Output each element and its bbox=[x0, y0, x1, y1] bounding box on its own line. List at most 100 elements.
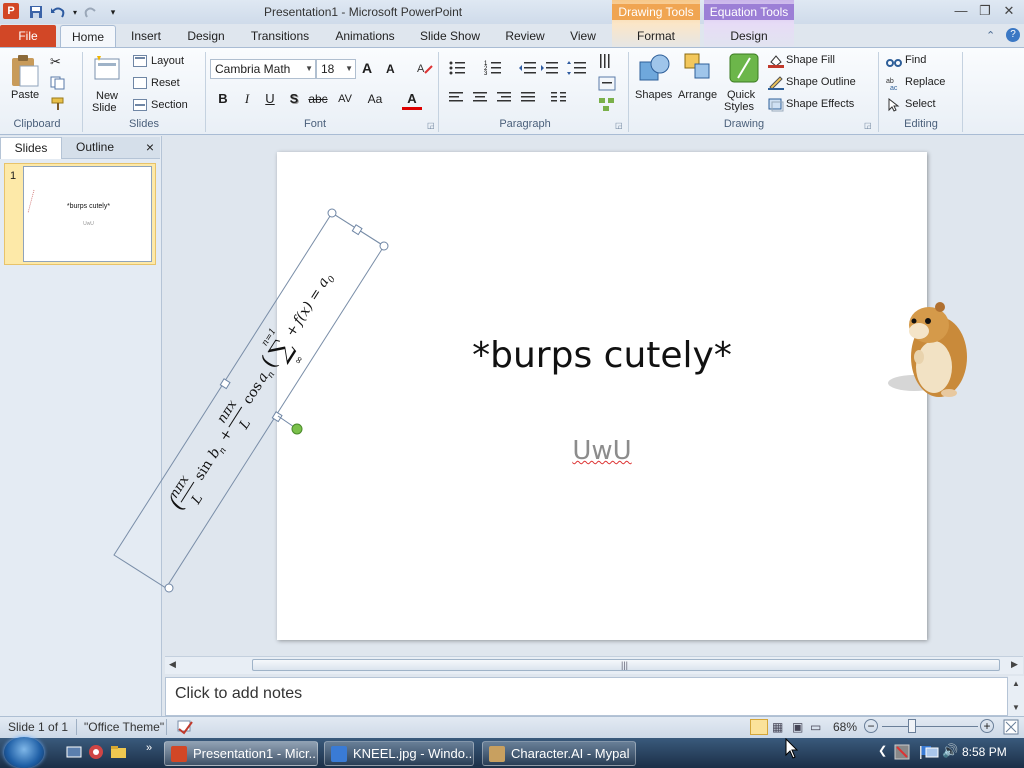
spell-check-icon[interactable] bbox=[176, 719, 194, 738]
minimize-ribbon-icon[interactable]: ⌃ bbox=[986, 29, 995, 42]
cut-icon[interactable]: ✂ bbox=[50, 54, 61, 70]
tab-insert[interactable]: Insert bbox=[122, 25, 170, 48]
tab-equation-design[interactable]: Design bbox=[708, 25, 790, 48]
bold-button[interactable]: B bbox=[213, 90, 233, 108]
find-icon[interactable] bbox=[886, 54, 902, 71]
zoom-in-button[interactable]: + bbox=[980, 719, 994, 733]
hamster-image[interactable] bbox=[884, 295, 974, 405]
copy-icon[interactable] bbox=[50, 76, 66, 93]
dialog-launcher-icon[interactable]: ◲ bbox=[615, 121, 623, 130]
select-icon[interactable] bbox=[886, 97, 902, 115]
zoom-slider-thumb[interactable] bbox=[908, 719, 916, 733]
equation-box[interactable]: ( nπx L sin b n + nπx L cos a n ( ∑ n=1 … bbox=[113, 200, 403, 600]
paste-icon[interactable] bbox=[10, 54, 40, 91]
help-icon[interactable]: ? bbox=[1006, 28, 1020, 42]
smartart-icon[interactable] bbox=[598, 96, 620, 117]
show-hidden-icons[interactable]: ❮ bbox=[878, 744, 887, 757]
change-case-button[interactable]: Aa bbox=[364, 90, 386, 108]
shape-effects-button[interactable]: Shape Effects bbox=[786, 98, 854, 110]
tab-review[interactable]: Review bbox=[498, 25, 552, 48]
grow-font-button[interactable]: A bbox=[362, 60, 372, 76]
shape-outline-icon[interactable] bbox=[768, 76, 784, 93]
new-slide-label-2[interactable]: Slide bbox=[92, 102, 116, 114]
zoom-level[interactable]: 68% bbox=[833, 720, 857, 734]
shape-fill-button[interactable]: Shape Fill bbox=[786, 54, 835, 66]
tab-slides[interactable]: Slides bbox=[0, 137, 62, 159]
tray-app-icon[interactable] bbox=[894, 744, 910, 763]
save-icon[interactable] bbox=[27, 3, 45, 21]
taskbar-item-mypal[interactable]: Character.AI - Mypal bbox=[482, 741, 636, 766]
section-icon[interactable] bbox=[133, 99, 147, 114]
quick-styles-label-2[interactable]: Styles bbox=[724, 101, 754, 113]
start-button[interactable] bbox=[4, 737, 44, 768]
tab-file[interactable]: File bbox=[0, 25, 56, 47]
slide-sorter-icon[interactable]: ▦ bbox=[772, 720, 783, 734]
replace-icon[interactable]: ab ac bbox=[886, 76, 902, 93]
shapes-icon[interactable] bbox=[638, 52, 670, 89]
tab-home[interactable]: Home bbox=[60, 25, 116, 48]
dialog-launcher-icon[interactable]: ◲ bbox=[427, 121, 435, 130]
bullets-icon[interactable] bbox=[448, 58, 484, 81]
justify-icon[interactable] bbox=[520, 90, 536, 107]
normal-view-icon[interactable] bbox=[750, 719, 768, 735]
dialog-launcher-icon[interactable]: ◲ bbox=[864, 121, 872, 130]
shapes-button[interactable]: Shapes bbox=[635, 89, 672, 101]
new-slide-icon[interactable] bbox=[92, 54, 122, 87]
close-panel-icon[interactable]: × bbox=[142, 138, 158, 156]
network-icon[interactable] bbox=[922, 744, 940, 763]
tab-view[interactable]: View bbox=[562, 25, 604, 48]
fit-to-window-icon[interactable] bbox=[1003, 719, 1019, 738]
clear-formatting-icon[interactable]: A bbox=[416, 60, 434, 79]
font-size-combo[interactable]: 18 ▼ bbox=[316, 59, 356, 79]
find-button[interactable]: Find bbox=[905, 54, 926, 66]
explorer-quicklaunch-icon[interactable] bbox=[110, 744, 128, 763]
slideshow-view-icon[interactable]: ▭ bbox=[810, 720, 821, 734]
tab-animations[interactable]: Animations bbox=[328, 25, 402, 48]
quick-styles-label[interactable]: Quick bbox=[727, 89, 755, 101]
tab-outline[interactable]: Outline bbox=[64, 137, 126, 159]
close-icon[interactable]: ✕ bbox=[998, 2, 1020, 20]
more-quicklaunch-icon[interactable]: » bbox=[146, 742, 152, 754]
increase-indent-icon[interactable] bbox=[540, 60, 560, 79]
shape-fill-icon[interactable] bbox=[768, 54, 784, 71]
powerpoint-app-icon[interactable]: P bbox=[3, 3, 19, 19]
resize-handle[interactable] bbox=[327, 208, 337, 218]
italic-button[interactable]: I bbox=[237, 90, 257, 108]
align-right-icon[interactable] bbox=[496, 90, 512, 107]
zoom-out-button[interactable]: − bbox=[864, 719, 878, 733]
taskbar-item-photo-viewer[interactable]: KNEEL.jpg - Windo... bbox=[324, 741, 474, 766]
resize-handle[interactable] bbox=[164, 583, 174, 593]
restore-icon[interactable]: ❐ bbox=[974, 2, 996, 20]
reading-view-icon[interactable]: ▣ bbox=[792, 720, 803, 734]
taskbar-clock[interactable]: 8:58 PM bbox=[962, 745, 1007, 759]
format-painter-icon[interactable] bbox=[50, 97, 66, 114]
tab-slide-show[interactable]: Slide Show bbox=[414, 25, 486, 48]
shrink-font-button[interactable]: A bbox=[386, 62, 395, 76]
redo-icon[interactable] bbox=[82, 3, 100, 21]
layout-button[interactable]: Layout bbox=[151, 55, 184, 67]
layout-icon[interactable] bbox=[133, 55, 147, 70]
shape-effects-icon[interactable] bbox=[768, 98, 784, 115]
new-slide-label[interactable]: New bbox=[96, 90, 118, 102]
tab-format[interactable]: Format bbox=[618, 25, 694, 48]
arrange-button[interactable]: Arrange bbox=[678, 89, 717, 101]
theme-status[interactable]: "Office Theme" bbox=[84, 720, 164, 734]
font-family-combo[interactable]: Cambria Math ▼ bbox=[210, 59, 316, 79]
browser-quicklaunch-icon[interactable] bbox=[88, 744, 106, 763]
scroll-left-icon[interactable]: ◀ bbox=[169, 659, 176, 670]
align-center-icon[interactable] bbox=[472, 90, 488, 107]
resize-handle[interactable] bbox=[219, 378, 231, 390]
notes-placeholder[interactable]: Click to add notes bbox=[175, 685, 302, 703]
rotation-handle[interactable] bbox=[291, 423, 303, 435]
align-text-icon[interactable] bbox=[598, 75, 620, 96]
line-spacing-icon[interactable] bbox=[566, 60, 590, 79]
underline-button[interactable]: U bbox=[260, 90, 280, 108]
show-desktop-icon[interactable] bbox=[66, 744, 84, 763]
columns-icon[interactable] bbox=[550, 90, 576, 107]
customize-qat-icon[interactable]: ▾ bbox=[104, 3, 122, 21]
select-button[interactable]: Select bbox=[905, 98, 936, 110]
character-spacing-button[interactable]: AV bbox=[334, 90, 356, 108]
reset-icon[interactable] bbox=[133, 77, 147, 92]
scroll-right-icon[interactable]: ▶ bbox=[1011, 659, 1018, 670]
zoom-slider-track[interactable] bbox=[882, 726, 978, 727]
